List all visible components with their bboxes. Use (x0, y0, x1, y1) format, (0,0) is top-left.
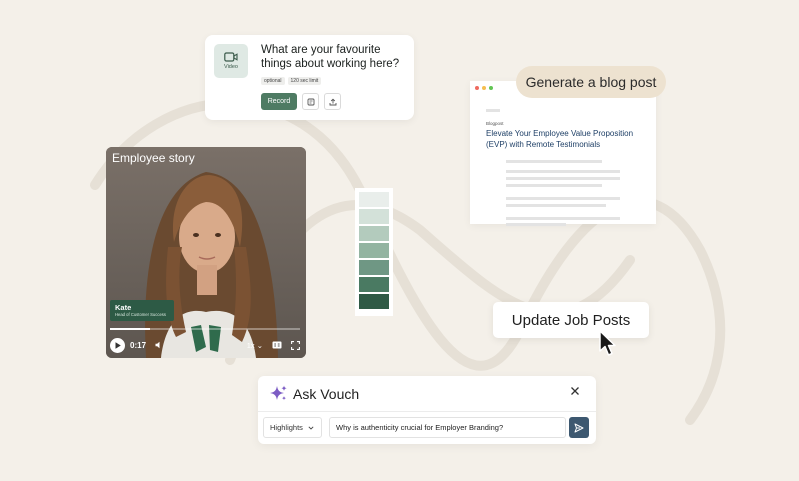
notes-icon (307, 98, 314, 105)
color-swatch (359, 226, 389, 241)
color-palette (355, 188, 393, 316)
video-progress-bar[interactable] (110, 328, 300, 330)
color-swatch (359, 243, 389, 258)
question-card: Video What are your favourite things abo… (205, 35, 414, 120)
placeholder-line (486, 109, 500, 112)
video-title: Employee story (112, 151, 195, 165)
color-swatch (359, 192, 389, 207)
video-controls-right: 1x ⌄ (247, 337, 300, 353)
question-actions: Record (261, 93, 341, 110)
update-job-posts-button[interactable]: Update Job Posts (493, 302, 649, 338)
play-button[interactable] (110, 337, 125, 353)
playback-speed[interactable]: 1x ⌄ (247, 341, 263, 350)
speaker-name-tag: Kate Head of Customer Success (110, 300, 174, 321)
captions-icon[interactable] (272, 341, 282, 349)
window-dot-yellow (482, 86, 486, 90)
window-dots (475, 86, 493, 90)
ask-input[interactable] (329, 417, 566, 438)
sparkle-icon (270, 385, 287, 401)
video-type-badge: Video (214, 44, 248, 78)
close-icon[interactable] (570, 386, 580, 396)
color-swatch (359, 260, 389, 275)
placeholder-line (506, 197, 620, 200)
upload-icon (329, 98, 336, 105)
video-time: 0:17 (130, 340, 147, 350)
speaker-name: Kate (115, 303, 132, 312)
placeholder-line (506, 177, 620, 180)
video-type-label: Video (224, 64, 238, 70)
mode-select-value: Highlights (270, 423, 303, 432)
employee-portrait-image (106, 147, 306, 358)
play-icon (115, 341, 121, 349)
question-title: What are your favourite things about wor… (261, 44, 400, 70)
send-button[interactable] (569, 417, 589, 438)
ask-vouch-title: Ask Vouch (293, 386, 360, 402)
chevron-down-icon (308, 425, 314, 430)
color-swatch (359, 209, 389, 224)
send-icon (574, 423, 584, 432)
ask-vouch-header: Ask Vouch (270, 384, 359, 404)
placeholder-line (506, 217, 620, 220)
placeholder-line (506, 184, 602, 187)
tag-optional: optional (261, 77, 285, 85)
color-swatch (359, 277, 389, 292)
placeholder-line (506, 160, 602, 163)
playback-speed-value: 1x (246, 340, 255, 350)
blog-post-preview: Blogpost Elevate Your Employee Value Pro… (470, 81, 656, 226)
notes-button[interactable] (302, 93, 319, 110)
video-progress-fill (110, 328, 150, 330)
mode-select[interactable]: Highlights (263, 417, 322, 438)
video-controls: 0:17 1x ⌄ (110, 337, 302, 353)
generate-blog-post-chip[interactable]: Generate a blog post (516, 66, 666, 98)
window-dot-green (489, 86, 493, 90)
speaker-role: Head of Customer Success (115, 312, 166, 317)
blog-post-label: Blogpost (486, 121, 504, 126)
record-button[interactable]: Record (261, 93, 297, 110)
fullscreen-icon[interactable] (291, 340, 300, 350)
blog-post-heading: Elevate Your Employee Value Proposition … (486, 129, 634, 149)
mouse-cursor-icon (599, 330, 616, 356)
color-swatch (359, 294, 389, 309)
video-camera-icon (224, 52, 238, 62)
ask-vouch-panel: Ask Vouch Highlights (258, 376, 596, 444)
tag-time-limit: 120 sec limit (287, 77, 322, 85)
placeholder-line (506, 204, 606, 207)
employee-story-video[interactable]: Employee story Kate Head of Customer Suc… (106, 147, 306, 358)
window-dot-red (475, 86, 479, 90)
placeholder-line (506, 223, 566, 226)
question-tags: optional 120 sec limit (261, 77, 322, 85)
placeholder-line (506, 170, 620, 173)
volume-icon[interactable] (155, 341, 163, 349)
ask-vouch-divider (258, 411, 596, 412)
upload-button[interactable] (324, 93, 341, 110)
